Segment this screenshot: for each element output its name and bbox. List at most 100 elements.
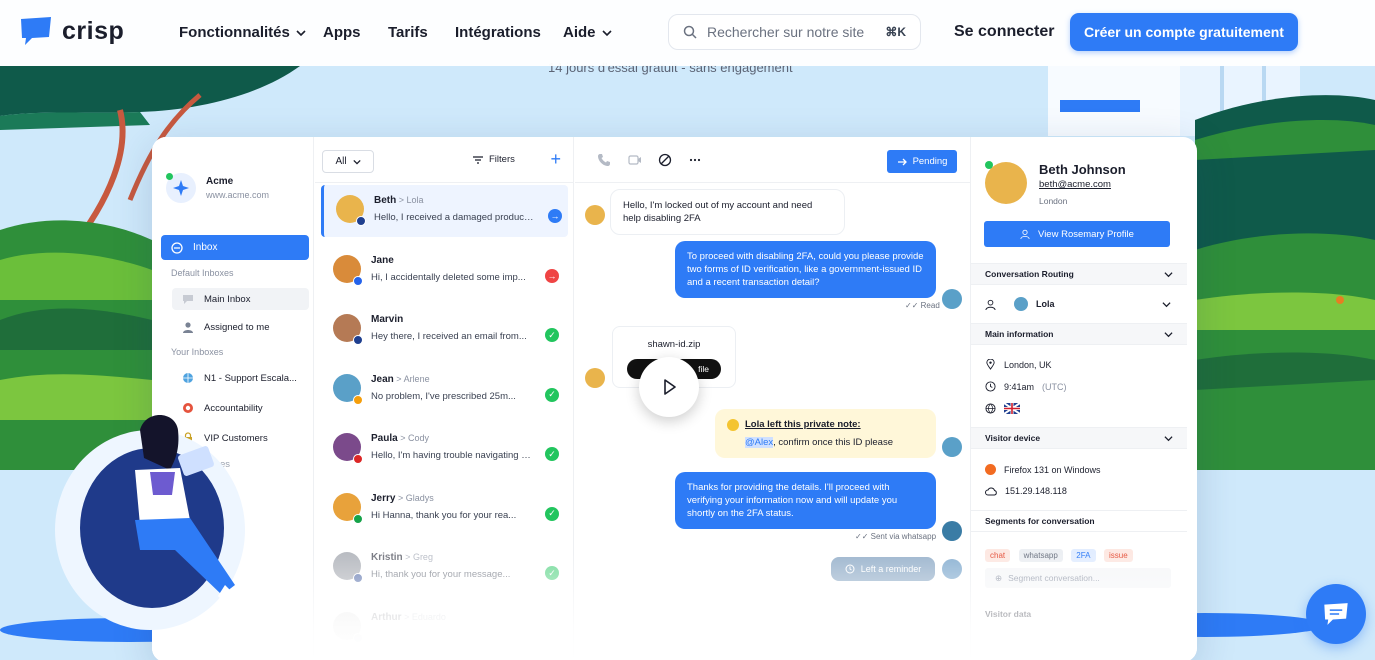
segment-input[interactable]: ⊕ Segment conversation... (985, 568, 1171, 588)
nav-help[interactable]: Aide (563, 24, 612, 41)
sidebar-item-main-inbox[interactable]: Main Inbox (172, 288, 309, 310)
brand-name: crisp (62, 16, 125, 45)
nav-pricing[interactable]: Tarifs (388, 24, 428, 41)
sidebar-item-label: Main Inbox (204, 293, 251, 305)
customer-email[interactable]: beth@acme.com (1039, 179, 1111, 190)
message-outgoing: To proceed with disabling 2FA, could you… (675, 241, 936, 298)
reminder-label: Left a reminder (860, 564, 922, 574)
country-flag-icon (353, 454, 363, 464)
customer-city: London (1039, 196, 1068, 206)
search-icon (683, 25, 697, 39)
customer-name: Beth Johnson (1039, 162, 1126, 177)
chevron-down-icon (296, 29, 306, 36)
crisp-logo[interactable]: crisp (18, 16, 124, 46)
segments-section-header: Segments for conversation (971, 510, 1187, 532)
conversation-item[interactable]: Marvin Hey there, I received an email fro… (321, 304, 568, 356)
nav-features[interactable]: Fonctionnalités (179, 24, 306, 41)
contact-name: Beth > Lola (374, 195, 424, 206)
filter-all-select[interactable]: All (322, 150, 374, 173)
agent-avatar (942, 559, 962, 579)
visitor-device-section-header[interactable]: Visitor device (971, 427, 1187, 449)
chat-widget-button[interactable] (1306, 584, 1366, 644)
sidebar-item-inbox[interactable]: Inbox (161, 235, 309, 260)
sidebar-item-assigned[interactable]: Assigned to me (182, 316, 319, 338)
customer-avatar (585, 205, 605, 225)
block-icon[interactable] (658, 153, 672, 167)
conversation-item[interactable]: Jerry > Gladys Hi Hanna, thank you for yo… (321, 483, 568, 535)
segment-tag[interactable]: 2FA (1071, 549, 1096, 562)
sidebar-item-label: N1 - Support Escala... (204, 372, 297, 384)
location-value: London, UK (1004, 359, 1052, 370)
new-conversation-button[interactable]: + (550, 149, 561, 170)
conversation-item[interactable]: Kristin > Greg Hi, thank you for your mes… (321, 542, 568, 594)
country-flag-icon (353, 275, 363, 286)
resolved-check-icon: ✓ (545, 506, 559, 521)
crisp-app-preview: Acme www.acme.com Inbox Default Inboxes … (152, 137, 1197, 660)
inbox-icon (171, 241, 183, 254)
country-flag-icon (356, 216, 366, 226)
contact-name: Kristin > Greg (371, 552, 433, 563)
agent-avatar (942, 289, 962, 309)
note-icon (727, 418, 739, 431)
view-profile-label: View Rosemary Profile (1038, 228, 1134, 240)
view-profile-button[interactable]: View Rosemary Profile (984, 221, 1170, 247)
video-icon[interactable] (628, 153, 642, 167)
phone-icon[interactable] (597, 153, 611, 167)
pending-label: Pending (912, 156, 948, 167)
ip-row: 151.29.148.118 (985, 486, 1067, 496)
conversation-item[interactable]: Jane Hi, I accidentally deleted some imp.… (321, 245, 568, 297)
nav-integrations[interactable]: Intégrations (455, 24, 541, 41)
ip-value: 151.29.148.118 (1005, 486, 1067, 496)
chat-bubble-icon (1324, 603, 1348, 625)
resolved-check-icon: ✓ (545, 447, 559, 461)
filters-button[interactable]: Filters (473, 154, 515, 165)
country-flag-icon (353, 573, 363, 583)
contact-name: Jerry > Gladys (371, 492, 434, 504)
play-video-button[interactable] (639, 357, 699, 417)
message-incoming: Hello, I'm locked out of my account and … (610, 189, 845, 235)
reminder-badge[interactable]: Left a reminder (831, 557, 935, 581)
sidebar-item-label: Assigned to me (204, 321, 270, 333)
more-icon[interactable] (688, 153, 702, 167)
conversation-list: All Filters + Beth > Lola Hello, I receiv… (315, 137, 574, 660)
cloud-icon (985, 487, 997, 496)
workspace-header[interactable]: Acme www.acme.com (166, 173, 269, 203)
conversation-item[interactable]: Arthur > Eduardo (321, 602, 568, 654)
agent-avatar (942, 437, 962, 457)
segment-tag[interactable]: whatsapp (1018, 549, 1063, 562)
signup-button[interactable]: Créer un compte gratuitement (1070, 13, 1298, 51)
segment-tags: chat whatsapp 2FA issue (985, 545, 1137, 563)
nav-apps[interactable]: Apps (323, 24, 361, 41)
message-preview: Hi, thank you for your message... (371, 569, 511, 580)
main-info-section-header[interactable]: Main information (971, 323, 1187, 345)
user-icon (985, 299, 996, 310)
site-search-input[interactable]: Rechercher sur notre site ⌘K (668, 14, 921, 50)
conversation-item[interactable]: Paula > Cody Hello, I'm having trouble na… (321, 423, 568, 475)
urgent-arrow-icon: → (545, 268, 559, 283)
browser-value: Firefox 131 on Windows (1004, 464, 1101, 475)
routing-section-header[interactable]: Conversation Routing (971, 263, 1187, 285)
country-flag-icon (353, 335, 363, 345)
location-row: London, UK (985, 359, 1052, 370)
agent-avatar (1014, 297, 1028, 311)
globe-icon (183, 373, 193, 383)
routing-agent-select[interactable]: Lola (985, 297, 1171, 311)
firefox-icon (985, 464, 996, 475)
conversation-item[interactable]: Jean > Arlene No problem, I've prescribed… (321, 364, 568, 416)
chat-toolbar: Pending (575, 137, 970, 183)
globe-icon (985, 403, 996, 414)
default-inboxes-header: Default Inboxes (171, 268, 234, 278)
user-icon (183, 322, 193, 333)
sidebar-item-n1-support[interactable]: N1 - Support Escala... (182, 367, 319, 389)
chat-panel: Pending Hello, I'm locked out of my acco… (575, 137, 970, 660)
pending-button[interactable]: Pending (887, 150, 957, 173)
login-link[interactable]: Se connecter (954, 23, 1054, 41)
segment-tag[interactable]: chat (985, 549, 1011, 562)
timezone: (UTC) (1042, 381, 1067, 392)
chat-bubble-logo-icon (21, 17, 51, 45)
contact-name: Arthur > Eduardo (371, 611, 446, 623)
conversation-item[interactable]: Beth > Lola Hello, I received a damaged p… (321, 185, 568, 237)
segment-tag[interactable]: issue (1103, 549, 1133, 562)
arrow-right-icon (897, 158, 907, 165)
assigned-arrow-icon: → (548, 209, 562, 223)
